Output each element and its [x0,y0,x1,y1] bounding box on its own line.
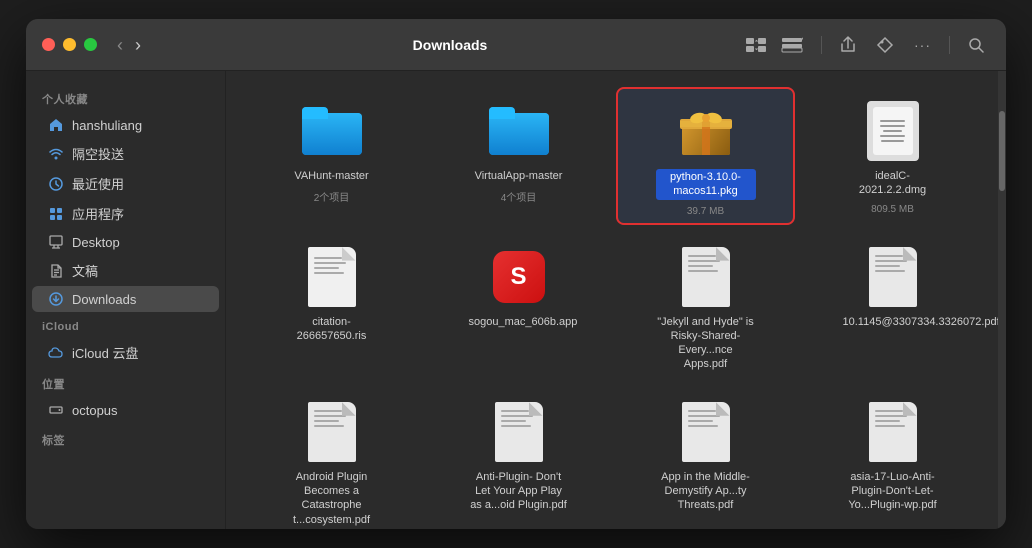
desktop-icon [48,234,64,250]
applications-icon [48,206,64,222]
file-name: citation-266657650.ris [282,315,382,344]
file-subtitle-pkg: 39.7 MB [687,206,724,217]
back-button[interactable]: ‹ [113,34,127,56]
airdrop-label: 隔空投送 [72,144,124,163]
hanshuliang-label: hanshuliang [72,118,142,133]
main-content: 个人收藏 hanshuliang 隔空投送 [26,71,1006,529]
sidebar-item-applications[interactable]: 应用程序 [32,199,219,228]
file-name: idealC-2021.2.2.dmg [843,169,943,198]
file-item-sogou[interactable]: S sogou_mac_606b.app [429,233,608,380]
file-subtitle: 809.5 MB [871,204,914,215]
pdf-icon-3 [300,400,364,464]
folder-icon-virtualapp [487,99,551,163]
list-view-button[interactable] [775,33,809,57]
sidebar-item-downloads[interactable]: Downloads [32,286,219,312]
toolbar-right: ··· [739,32,990,58]
documents-icon [48,263,64,279]
search-button[interactable] [962,33,990,57]
file-name: sogou_mac_606b.app [469,315,569,329]
pdf-icon-6 [861,400,925,464]
file-item-pkg[interactable]: python-3.10.0-macos11.pkg 39.7 MB [616,87,795,225]
maximize-button[interactable] [84,38,97,51]
ris-icon [300,245,364,309]
icloud-drive-label: iCloud 云盘 [72,343,138,362]
file-item-ris[interactable]: citation-266657650.ris [242,233,421,380]
file-item[interactable]: VAHunt-master 2个项目 [242,87,421,225]
pdf-icon-4 [487,400,551,464]
divider [821,36,822,54]
recents-label: 最近使用 [72,174,124,193]
applications-label: 应用程序 [72,204,124,223]
minimize-button[interactable] [63,38,76,51]
sidebar-item-desktop[interactable]: Desktop [32,229,219,255]
downloads-label: Downloads [72,292,136,307]
file-name: asia-17-Luo-Anti-Plugin-Don't-Let-Yo...P… [843,470,943,513]
favorites-label: 个人收藏 [26,83,225,111]
desktop-label: Desktop [72,235,120,250]
octopus-label: octopus [72,403,118,418]
file-name: 10.1145@3307334.3326072.pdf [843,315,943,329]
cloud-icon [48,345,64,361]
window-title: Downloads [161,37,739,53]
folder-icon-vahunt [300,99,364,163]
drive-icon [48,402,64,418]
file-item-android[interactable]: Android Plugin Becomes a Catastrophe t..… [242,388,421,529]
view-controls [739,33,809,57]
file-subtitle: 4个项目 [501,189,537,204]
documents-label: 文稿 [72,261,98,280]
sidebar-item-airdrop[interactable]: 隔空投送 [32,139,219,168]
share-button[interactable] [834,32,862,58]
titlebar: ‹ › Downloads [26,19,1006,71]
pkg-icon [674,99,738,163]
file-name: VirtualApp-master [475,169,563,183]
file-item-10-1145[interactable]: 10.1145@3307334.3326072.pdf [803,233,982,380]
file-item-jekyll[interactable]: "Jekyll and Hyde" is Risky-Shared-Every.… [616,233,795,380]
files-grid: VAHunt-master 2个项目 VirtualApp-master 4个项… [242,87,982,529]
file-name: App in the Middle-Demystify Ap...ty Thre… [656,470,756,513]
sidebar-item-icloud[interactable]: iCloud 云盘 [32,338,219,367]
file-item[interactable]: VirtualApp-master 4个项目 [429,87,608,225]
file-name-pkg: python-3.10.0-macos11.pkg [656,169,756,200]
file-subtitle: 2个项目 [314,189,350,204]
forward-button[interactable]: › [131,34,145,56]
file-item-dmg[interactable]: idealC-2021.2.2.dmg 809.5 MB [803,87,982,225]
scrollbar-thumb[interactable] [999,111,1005,191]
pdf-icon-2 [861,245,925,309]
nav-arrows: ‹ › [113,34,145,56]
file-name: VAHunt-master [294,169,368,183]
tags-label: 标签 [26,424,225,452]
tag-button[interactable] [870,32,900,58]
finder-window: ‹ › Downloads [26,19,1006,529]
divider2 [949,36,950,54]
file-name: "Jekyll and Hyde" is Risky-Shared-Every.… [656,315,756,372]
traffic-lights [42,38,97,51]
content-area: VAHunt-master 2个项目 VirtualApp-master 4个项… [226,71,998,529]
more-button[interactable]: ··· [908,33,937,57]
file-name: Android Plugin Becomes a Catastrophe t..… [282,470,382,527]
file-item-anti[interactable]: Anti-Plugin- Don't Let Your App Play as … [429,388,608,529]
home-icon [48,117,64,133]
pdf-icon [674,245,738,309]
pdf-icon-5 [674,400,738,464]
close-button[interactable] [42,38,55,51]
wifi-icon [48,146,64,162]
sidebar: 个人收藏 hanshuliang 隔空投送 [26,71,226,529]
file-name: Anti-Plugin- Don't Let Your App Play as … [469,470,569,513]
sidebar-item-octopus[interactable]: octopus [32,397,219,423]
sidebar-item-recents[interactable]: 最近使用 [32,169,219,198]
sidebar-item-documents[interactable]: 文稿 [32,256,219,285]
scrollbar[interactable] [998,71,1006,529]
icon-view-button[interactable] [739,33,773,57]
file-item-asia[interactable]: asia-17-Luo-Anti-Plugin-Don't-Let-Yo...P… [803,388,982,529]
file-item-app-middle[interactable]: App in the Middle-Demystify Ap...ty Thre… [616,388,795,529]
sogou-app-icon: S [487,245,551,309]
icloud-label: iCloud [26,313,225,337]
locations-label: 位置 [26,368,225,396]
clock-icon [48,176,64,192]
dmg-icon [861,99,925,163]
sidebar-item-hanshuliang[interactable]: hanshuliang [32,112,219,138]
downloads-icon [48,291,64,307]
